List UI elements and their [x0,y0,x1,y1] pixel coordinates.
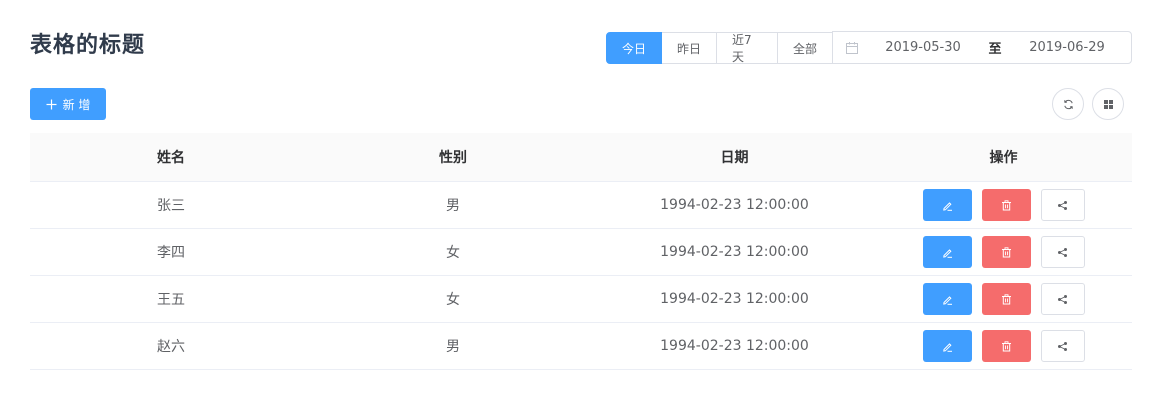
date-end-input[interactable]: 2019-06-29 [1027,40,1107,55]
header-actions: 操作 [989,150,1018,166]
date-separator: 至 [988,42,1002,57]
date-range-buttons: 今日 昨日 近7天 全部 [606,32,833,64]
range-yesterday-button[interactable]: 昨日 [662,32,717,64]
cell-actions [875,276,1132,322]
edit-button[interactable] [922,283,972,315]
data-table: 姓名 性别 日期 操作 张三 男 1994-02-23 12:00:00 李四 … [30,133,1132,370]
range-today-button[interactable]: 今日 [606,32,662,64]
cell-gender: 男 [446,339,460,355]
table-body: 张三 男 1994-02-23 12:00:00 李四 女 1994-02-23… [30,182,1132,370]
page-title: 表格的标题 [30,33,146,58]
header-name: 姓名 [157,150,185,166]
cell-actions [875,182,1132,228]
cell-gender: 女 [446,245,460,261]
refresh-icon [1063,99,1073,109]
delete-icon [1001,340,1011,351]
range-all-button[interactable]: 全部 [778,32,833,64]
plus-icon [46,99,57,109]
cell-actions [875,229,1132,275]
date-start-input[interactable]: 2019-05-30 [883,40,963,55]
cell-date: 1994-02-23 12:00:00 [660,338,809,354]
share-icon [1058,247,1067,257]
edit-button[interactable] [922,236,972,268]
column-settings-button[interactable] [1092,88,1124,120]
cell-date: 1994-02-23 12:00:00 [660,244,809,260]
grid-icon [1103,99,1113,109]
cell-gender: 女 [446,292,460,308]
delete-button[interactable] [981,330,1031,362]
date-range-picker[interactable]: 2019-05-30 至 2019-06-29 [832,31,1132,64]
cell-name: 王五 [157,292,185,308]
delete-icon [1001,293,1011,304]
share-button[interactable] [1040,236,1085,268]
table-row: 张三 男 1994-02-23 12:00:00 [30,182,1132,229]
table-header: 姓名 性别 日期 操作 [30,133,1132,182]
cell-name: 张三 [157,198,185,214]
cell-gender: 男 [446,198,460,214]
calendar-icon [846,41,858,54]
delete-button[interactable] [981,189,1031,221]
cell-name: 李四 [157,245,185,261]
range-7days-button[interactable]: 近7天 [717,32,778,64]
share-button[interactable] [1040,330,1085,362]
edit-icon [942,201,952,211]
edit-icon [942,342,952,352]
header-gender: 性别 [439,150,467,166]
share-button[interactable] [1040,189,1085,221]
share-icon [1058,294,1067,304]
header-date: 日期 [720,150,749,166]
refresh-button[interactable] [1052,88,1084,120]
share-icon [1058,341,1067,351]
delete-button[interactable] [981,236,1031,268]
cell-date: 1994-02-23 12:00:00 [660,291,809,307]
table-row: 王五 女 1994-02-23 12:00:00 [30,276,1132,323]
table-row: 李四 女 1994-02-23 12:00:00 [30,229,1132,276]
table-row: 赵六 男 1994-02-23 12:00:00 [30,323,1132,370]
edit-icon [942,248,952,258]
share-icon [1058,200,1067,210]
share-button[interactable] [1040,283,1085,315]
delete-icon [1001,199,1011,210]
delete-icon [1001,246,1011,257]
cell-name: 赵六 [157,339,185,355]
cell-date: 1994-02-23 12:00:00 [660,197,809,213]
edit-button[interactable] [922,330,972,362]
add-button-label: 新 增 [62,97,91,112]
add-button[interactable]: 新 增 [30,88,106,120]
cell-actions [875,323,1132,369]
delete-button[interactable] [981,283,1031,315]
edit-button[interactable] [922,189,972,221]
edit-icon [942,295,952,305]
